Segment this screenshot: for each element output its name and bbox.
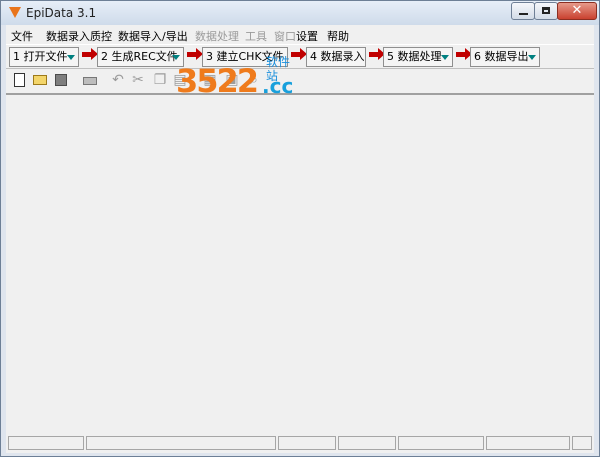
data-export-button[interactable]: 6 数据导出: [470, 47, 540, 67]
window-title: EpiData 3.1: [26, 6, 97, 20]
minimize-button[interactable]: [511, 2, 535, 20]
copy-icon[interactable]: ❐: [152, 72, 168, 88]
data-processing-label: 5 数据处理: [387, 50, 442, 63]
menu-settings[interactable]: 设置: [296, 28, 318, 44]
status-panel: [86, 436, 276, 450]
menu-import-export[interactable]: 数据导入/导出: [118, 28, 188, 44]
dropdown-arrow-icon[interactable]: [528, 55, 536, 60]
status-panel: [572, 436, 592, 450]
status-panel: [398, 436, 484, 450]
new-document-icon[interactable]: [12, 72, 28, 88]
watermark-caption: 软件站: [266, 55, 291, 83]
undo-icon[interactable]: ↶: [110, 72, 126, 88]
data-entry-button[interactable]: 4 数据录入: [306, 47, 366, 67]
menu-file[interactable]: 文件: [11, 28, 33, 44]
open-file-button[interactable]: 1 打开文件: [9, 47, 79, 67]
workflow-arrow-icon: [456, 48, 472, 60]
epidata-window: EpiData 3.1 ✕ 文件 数据录入质控 数据导入/导出 数据处理 工具 …: [0, 0, 600, 457]
status-panel: [8, 436, 84, 450]
make-rec-file-label: 2 生成REC文件: [101, 50, 178, 63]
workflow-arrow-icon: [369, 48, 385, 60]
menu-window[interactable]: 窗口: [274, 28, 296, 44]
status-panel: [338, 436, 396, 450]
dropdown-arrow-icon[interactable]: [441, 55, 449, 60]
workflow-arrow-icon: [82, 48, 98, 60]
icon-toolbar: ↶ ✂ ❐ ▤ ▦ ▣ ⌕: [6, 69, 594, 91]
open-folder-icon[interactable]: [32, 72, 48, 88]
menu-data-processing[interactable]: 数据处理: [195, 28, 239, 44]
workflow-toolbar: 1 打开文件 2 生成REC文件 3 建立CHK文件 4 数据录入 5 数据处理: [6, 44, 594, 69]
app-logo-icon: [9, 7, 21, 18]
title-bar[interactable]: EpiData 3.1 ✕: [1, 1, 599, 25]
workspace[interactable]: [6, 93, 594, 434]
status-panel: [278, 436, 336, 450]
watermark-digits: 3522: [176, 62, 259, 100]
open-file-label: 1 打开文件: [13, 50, 68, 63]
maximize-icon: [542, 7, 550, 14]
save-icon[interactable]: [53, 72, 69, 88]
minimize-icon: [519, 13, 528, 15]
make-rec-file-button[interactable]: 2 生成REC文件: [97, 47, 184, 67]
print-icon[interactable]: [82, 72, 98, 88]
data-export-label: 6 数据导出: [474, 50, 529, 63]
close-icon: ✕: [571, 3, 583, 18]
cut-icon[interactable]: ✂: [130, 72, 146, 88]
dropdown-arrow-icon[interactable]: [67, 55, 75, 60]
maximize-button[interactable]: [534, 2, 558, 20]
watermark-logo: 3522 .cc 软件站: [176, 55, 298, 105]
menu-tools[interactable]: 工具: [245, 28, 267, 44]
status-bar: [6, 435, 594, 452]
close-button[interactable]: ✕: [557, 2, 597, 20]
menu-data-entry-qc[interactable]: 数据录入质控: [46, 28, 112, 44]
menu-bar: 文件 数据录入质控 数据导入/导出 数据处理 工具 窗口 设置 帮助: [6, 25, 594, 44]
client-area: 文件 数据录入质控 数据导入/导出 数据处理 工具 窗口 设置 帮助 1 打开文…: [6, 25, 594, 453]
data-processing-button[interactable]: 5 数据处理: [383, 47, 453, 67]
data-entry-label: 4 数据录入: [310, 50, 365, 63]
status-panel: [486, 436, 570, 450]
menu-help[interactable]: 帮助: [327, 28, 349, 44]
